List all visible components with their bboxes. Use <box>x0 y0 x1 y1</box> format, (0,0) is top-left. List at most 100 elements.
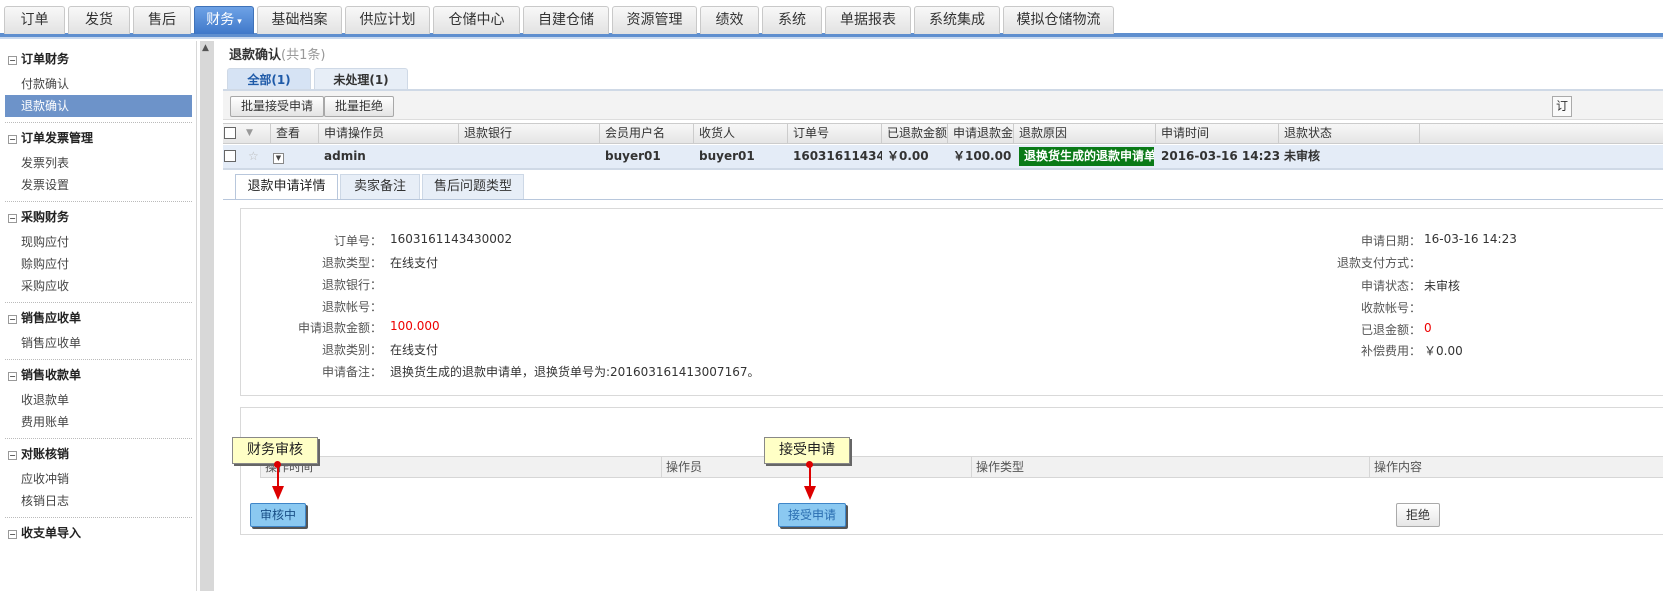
sidebar-group-title: 采购财务 <box>21 210 70 224</box>
nav-tab-base-archive[interactable]: 基础档案 <box>257 6 342 34</box>
value-apply-status: 未审核 <box>1424 279 1461 293</box>
nav-tab-reports[interactable]: 单据报表 <box>825 6 911 34</box>
column-header-reason[interactable]: 退款原因 <box>1014 124 1156 143</box>
value-refund-category: 在线支付 <box>390 343 439 357</box>
collapse-icon[interactable]: − <box>8 135 17 144</box>
tab-refund-detail[interactable]: 退款申请详情 <box>235 174 338 200</box>
sidebar-item-invoice-settings[interactable]: 发票设置 <box>0 174 197 196</box>
sidebar-item-payment-confirm[interactable]: 付款确认 <box>0 73 197 95</box>
accept-apply-button[interactable]: 接受申请 <box>778 503 847 527</box>
chevron-down-icon: ▼ <box>273 153 284 164</box>
sidebar-item-credit-payable[interactable]: 赊购应付 <box>0 253 197 275</box>
sidebar-group-header[interactable]: − 订单财务 <box>0 47 197 71</box>
reject-button[interactable]: 拒绝 <box>1396 503 1441 527</box>
nav-tab-shipping[interactable]: 发货 <box>68 6 130 34</box>
tab-seller-notes[interactable]: 卖家备注 <box>340 174 420 199</box>
nav-tab-finance[interactable]: 财务 ▾ <box>194 6 254 34</box>
table-row[interactable]: ☆ ▼ admin buyer01 buyer01 16031611434300… <box>223 145 1663 169</box>
column-header-time[interactable]: 申请时间 <box>1156 124 1279 143</box>
column-header-view[interactable]: 查看 <box>271 124 319 143</box>
sidebar-group-header[interactable]: − 销售应收单 <box>0 306 197 330</box>
collapse-icon[interactable]: − <box>8 214 17 223</box>
column-header-apply-amount[interactable]: 申请退款金 <box>948 124 1014 143</box>
collapse-icon[interactable]: − <box>8 530 17 539</box>
toolbar <box>223 91 1663 120</box>
arrow-down-icon <box>804 486 816 500</box>
column-header-order-no[interactable]: 订单号 <box>788 124 882 143</box>
sidebar-item-expense-bill[interactable]: 费用账单 <box>0 411 197 433</box>
collapse-icon[interactable]: − <box>8 56 17 65</box>
value-refund-type: 在线支付 <box>390 256 439 270</box>
expand-row-button[interactable]: ▼ <box>271 145 291 168</box>
nav-tab-supply-plan[interactable]: 供应计划 <box>345 6 430 34</box>
label-order-no: 订单号： <box>333 234 382 248</box>
callout-line <box>277 466 279 488</box>
collapse-icon[interactable]: − <box>8 372 17 381</box>
cell-operator: admin <box>324 149 366 163</box>
cell-time: 2016-03-16 14:23:57 <box>1161 149 1279 163</box>
sidebar-item-purchase-receivable[interactable]: 采购应收 <box>0 275 197 297</box>
tab-aftersale-type[interactable]: 售后问题类型 <box>422 174 524 199</box>
nav-tab-sim-logistics[interactable]: 模拟仓储物流 <box>1003 6 1114 34</box>
sidebar-group-header[interactable]: − 采购财务 <box>0 205 197 229</box>
review-button[interactable]: 审核中 <box>250 503 307 527</box>
value-apply-remark: 退换货生成的退款申请单，退换货单号为:201603161413007167。 <box>390 365 760 379</box>
sidebar-divider <box>5 438 192 439</box>
select-all-checkbox[interactable] <box>224 127 236 139</box>
nav-tab-warehouse-center[interactable]: 仓储中心 <box>433 6 520 34</box>
cell-refunded: ￥0.00 <box>887 149 929 163</box>
column-header-member[interactable]: 会员用户名 <box>600 124 694 143</box>
sort-icon[interactable]: ▼ <box>241 124 271 143</box>
column-header-status[interactable]: 退款状态 <box>1279 124 1420 143</box>
column-header-operator[interactable]: 申请操作员 <box>319 124 459 143</box>
nav-tab-resources[interactable]: 资源管理 <box>612 6 697 34</box>
label-apply-remark: 申请备注： <box>321 365 382 379</box>
sidebar-group-header[interactable]: − 订单发票管理 <box>0 126 197 150</box>
label-refunded-amount: 已退金额： <box>1360 323 1421 337</box>
sidebar-item-cash-payable[interactable]: 现购应付 <box>0 231 197 253</box>
nav-tab-integration[interactable]: 系统集成 <box>914 6 1000 34</box>
sidebar-item-sales-receivable[interactable]: 销售应收单 <box>0 332 197 354</box>
sidebar-group-sales-receipts: − 销售收款单 收退款单 费用账单 <box>0 363 197 433</box>
nav-tab-self-warehouse[interactable]: 自建仓储 <box>523 6 609 34</box>
column-header-receiver[interactable]: 收货人 <box>694 124 788 143</box>
collapse-icon[interactable]: − <box>8 315 17 324</box>
record-count: (共1条) <box>281 48 326 63</box>
sidebar-group-reconciliation: − 对账核销 应收冲销 核销日志 <box>0 442 197 512</box>
column-header-bank[interactable]: 退款银行 <box>459 124 600 143</box>
tab-all[interactable]: 全部(1) <box>227 68 311 90</box>
cell-bank <box>459 145 600 168</box>
sidebar-item-invoice-list[interactable]: 发票列表 <box>0 152 197 174</box>
batch-accept-button[interactable]: 批量接受申请 <box>230 96 325 117</box>
sidebar-group-header[interactable]: − 销售收款单 <box>0 363 197 387</box>
column-header-refunded[interactable]: 已退款金额 <box>882 124 948 143</box>
sidebar-scrollbar[interactable]: ▲ <box>200 41 214 591</box>
sidebar-item-refund-confirm[interactable]: 退款确认 <box>5 95 192 117</box>
star-icon[interactable]: ☆ <box>243 145 263 168</box>
label-apply-status: 申请状态： <box>1360 279 1421 293</box>
sidebar-group-header[interactable]: − 对账核销 <box>0 442 197 466</box>
chevron-up-icon[interactable]: ▲ <box>202 43 209 53</box>
sidebar-item-receipt-refund[interactable]: 收退款单 <box>0 389 197 411</box>
top-nav: 订单 发货 售后 财务 ▾ 基础档案 供应计划 仓储中心 自建仓储 资源管理 绩效… <box>0 0 1663 41</box>
sidebar-group-title: 收支单导入 <box>21 526 82 540</box>
sidebar-group-header[interactable]: − 收支单导入 <box>0 521 197 545</box>
nav-tab-aftersale[interactable]: 售后 <box>133 6 191 34</box>
log-column-content: 操作内容 <box>1374 460 1423 474</box>
sidebar-divider <box>5 359 192 360</box>
sidebar-group-order-finance: − 订单财务 付款确认 退款确认 <box>0 47 197 117</box>
callout-accept-apply: 接受申请 <box>764 437 850 464</box>
nav-tab-performance[interactable]: 绩效 <box>700 6 759 34</box>
collapse-icon[interactable]: − <box>8 451 17 460</box>
sidebar-group-invoice: − 订单发票管理 发票列表 发票设置 <box>0 126 197 196</box>
sidebar-group-purchase-finance: − 采购财务 现购应付 赊购应付 采购应收 <box>0 205 197 297</box>
order-button[interactable]: 订 <box>1552 96 1572 117</box>
nav-tab-orders[interactable]: 订单 <box>4 6 65 34</box>
batch-reject-button[interactable]: 批量拒绝 <box>324 96 395 117</box>
sidebar-item-writeoff-log[interactable]: 核销日志 <box>0 490 197 512</box>
sidebar-item-writeoff[interactable]: 应收冲销 <box>0 468 197 490</box>
tab-unprocessed[interactable]: 未处理(1) <box>314 68 408 90</box>
row-checkbox[interactable] <box>224 150 236 162</box>
nav-tab-system[interactable]: 系统 <box>762 6 822 34</box>
sidebar-group-sales-receivable: − 销售应收单 销售应收单 <box>0 306 197 354</box>
